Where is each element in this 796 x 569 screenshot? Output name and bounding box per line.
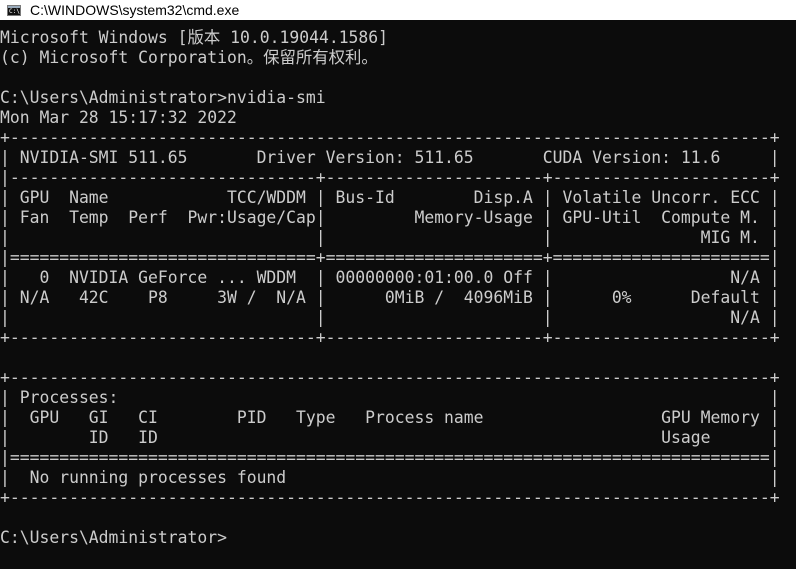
console-line: | No running processes found | (0, 468, 780, 487)
console-line: | | | MIG M. | (0, 228, 780, 247)
console-line: | NVIDIA-SMI 511.65 Driver Version: 511.… (0, 148, 780, 167)
console-line: | | | N/A | (0, 308, 780, 327)
console-line: |-------------------------------+-------… (0, 168, 780, 187)
console-line: (c) Microsoft Corporation。保留所有权利。 (0, 48, 378, 67)
title-bar[interactable]: C:\ C:\WINDOWS\system32\cmd.exe (0, 0, 796, 20)
console-line: +-------------------------------+-------… (0, 328, 780, 347)
console-line: C:\Users\Administrator>nvidia-smi (0, 88, 326, 107)
console-line: |=======================================… (0, 448, 780, 467)
console-line: Mon Mar 28 15:17:32 2022 (0, 108, 237, 127)
console-line: | GPU GI CI PID Type Process name GPU Me… (0, 408, 780, 427)
console-line: +---------------------------------------… (0, 488, 780, 507)
console-line: | Fan Temp Perf Pwr:Usage/Cap| Memory-Us… (0, 208, 780, 227)
console-line: |===============================+=======… (0, 248, 780, 267)
console-line: Microsoft Windows [版本 10.0.19044.1586] (0, 28, 389, 47)
console-output[interactable]: Microsoft Windows [版本 10.0.19044.1586] (c… (0, 28, 796, 569)
cmd-window: C:\ C:\WINDOWS\system32\cmd.exe Microsof… (0, 0, 796, 569)
console-line: | Processes: | (0, 388, 780, 407)
console-line: | ID ID Usage | (0, 428, 780, 447)
command-prompt[interactable]: C:\Users\Administrator> (0, 528, 796, 548)
console-line: | N/A 42C P8 3W / N/A | 0MiB / 4096MiB |… (0, 288, 780, 307)
console-line: +---------------------------------------… (0, 368, 780, 387)
console-line: +---------------------------------------… (0, 128, 780, 147)
window-title: C:\WINDOWS\system32\cmd.exe (30, 2, 240, 18)
console-line: | GPU Name TCC/WDDM | Bus-Id Disp.A | Vo… (0, 188, 780, 207)
console-line: | 0 NVIDIA GeForce ... WDDM | 00000000:0… (0, 268, 780, 287)
cmd-icon: C:\ (7, 4, 21, 16)
